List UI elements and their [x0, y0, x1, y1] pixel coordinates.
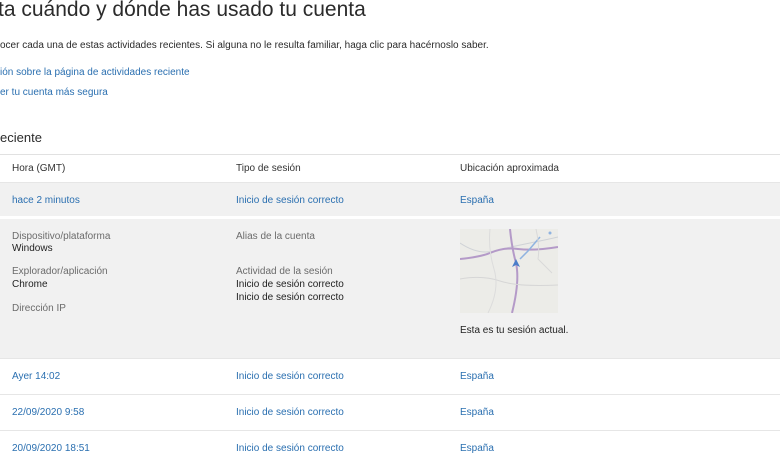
- column-header-session-type: Tipo de sesión: [236, 163, 301, 174]
- row-session-type[interactable]: Inicio de sesión correcto: [236, 371, 344, 382]
- row-time[interactable]: Ayer 14:02: [12, 371, 60, 382]
- row-session-type[interactable]: Inicio de sesión correcto: [236, 195, 344, 206]
- table-row[interactable]: 22/09/2020 9:58 Inicio de sesión correct…: [0, 394, 780, 430]
- column-header-time: Hora (GMT): [12, 163, 66, 174]
- section-title: eciente: [0, 130, 42, 145]
- row-time[interactable]: 22/09/2020 9:58: [12, 407, 84, 418]
- device-label: Dispositivo/plataforma: [12, 231, 111, 242]
- table-row[interactable]: Ayer 14:02 Inicio de sesión correcto Esp…: [0, 358, 780, 394]
- activity-label: Actividad de la sesión: [236, 266, 333, 277]
- secure-account-link[interactable]: er tu cuenta más segura: [0, 87, 108, 98]
- activity-value: Inicio de sesión correcto: [236, 279, 344, 290]
- ip-label: Dirección IP: [12, 303, 66, 314]
- row-time[interactable]: 20/09/2020 18:51: [12, 443, 90, 454]
- row-time[interactable]: hace 2 minutos: [12, 195, 80, 206]
- table-row[interactable]: 20/09/2020 18:51 Inicio de sesión correc…: [0, 430, 780, 466]
- current-session-text: Esta es tu sesión actual.: [460, 325, 569, 336]
- row-session-type[interactable]: Inicio de sesión correcto: [236, 407, 344, 418]
- row-session-type[interactable]: Inicio de sesión correcto: [236, 443, 344, 454]
- column-header-location: Ubicación aproximada: [460, 163, 559, 174]
- device-value: Windows: [12, 243, 53, 254]
- browser-label: Explorador/aplicación: [12, 266, 108, 277]
- activity-info-link[interactable]: ión sobre la página de actividades recie…: [0, 67, 190, 78]
- activity-table: Hora (GMT) Tipo de sesión Ubicación apro…: [0, 154, 780, 466]
- alias-label: Alias de la cuenta: [236, 231, 315, 242]
- table-header: Hora (GMT) Tipo de sesión Ubicación apro…: [0, 154, 780, 182]
- intro-text: ocer cada una de estas actividades recie…: [0, 40, 489, 51]
- row-location[interactable]: España: [460, 443, 494, 454]
- row-location[interactable]: España: [460, 407, 494, 418]
- row-location[interactable]: España: [460, 371, 494, 382]
- location-map: [460, 229, 558, 313]
- activity-value: Inicio de sesión correcto: [236, 292, 344, 303]
- session-detail-panel: Dispositivo/plataforma Windows Explorado…: [0, 216, 780, 358]
- page-title: ta cuándo y dónde has usado tu cuenta: [0, 0, 366, 21]
- table-row[interactable]: hace 2 minutos Inicio de sesión correcto…: [0, 182, 780, 216]
- browser-value: Chrome: [12, 279, 48, 290]
- row-location[interactable]: España: [460, 195, 494, 206]
